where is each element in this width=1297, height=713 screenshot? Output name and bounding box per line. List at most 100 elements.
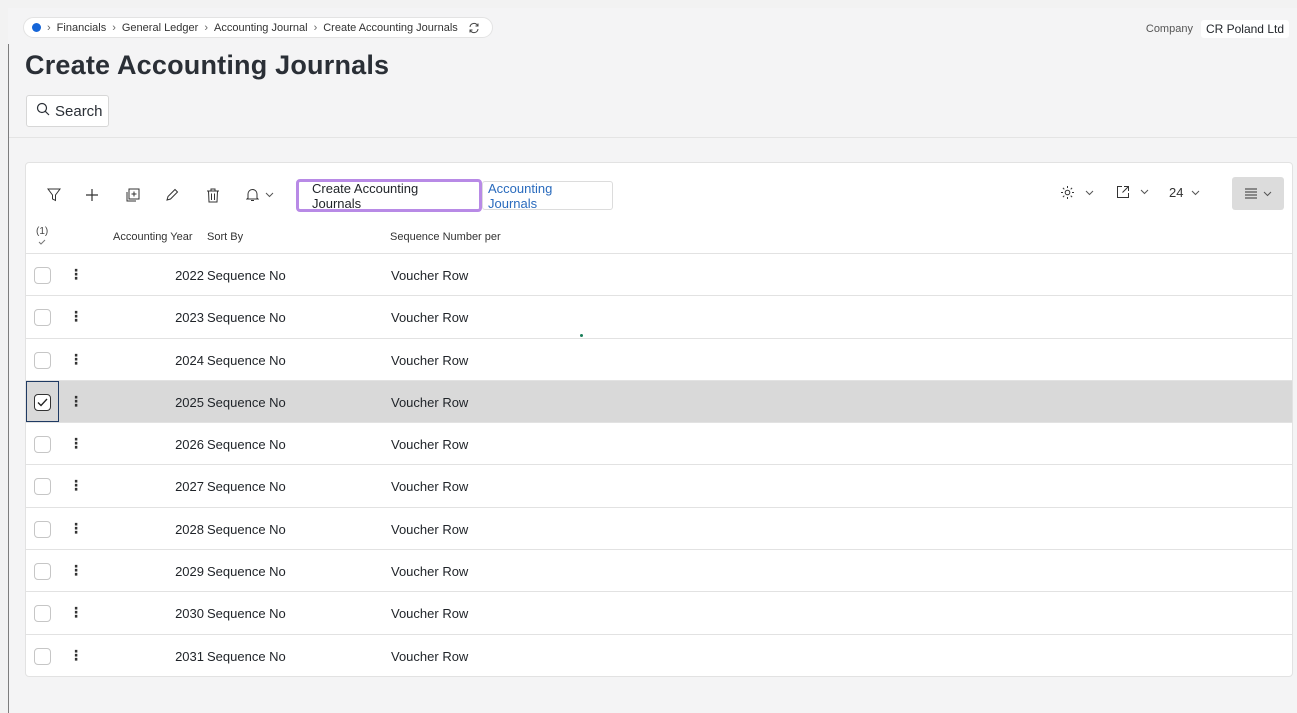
cell-sequence-number-per: Voucher Row (391, 310, 469, 326)
column-header-sequence-number-per[interactable]: Sequence Number per (390, 231, 501, 243)
cell-sort-by: Sequence No (207, 437, 286, 453)
settings-icon (1061, 186, 1074, 199)
cell-sort-by: Sequence No (207, 479, 286, 495)
notifications-dropdown[interactable] (242, 185, 278, 205)
cell-sort-by: Sequence No (207, 564, 286, 580)
cell-accounting-year: 2028 (175, 521, 204, 537)
table-row[interactable]: ⋮ 2031 Sequence No Voucher Row (26, 633, 1292, 676)
row-menu-icon[interactable]: ⋮ (69, 477, 83, 494)
check-icon (37, 398, 48, 407)
row-checkbox[interactable] (34, 647, 51, 665)
duplicate-icon[interactable] (122, 185, 142, 205)
breadcrumb-item-accounting-journal[interactable]: Accounting Journal (214, 22, 308, 34)
table-row[interactable]: ⋮ 2025 Sequence No Voucher Row (26, 379, 1292, 423)
edit-icon[interactable] (162, 185, 182, 205)
cell-accounting-year: 2025 (175, 394, 204, 410)
row-checkbox[interactable] (34, 267, 51, 284)
page-size-dropdown[interactable]: 24 (1169, 185, 1200, 200)
column-header-accounting-year[interactable]: Accounting Year (113, 231, 193, 243)
cell-sequence-number-per: Voucher Row (391, 564, 469, 580)
company-value[interactable]: CR Poland Ltd (1200, 20, 1289, 38)
chevron-down-icon (1263, 191, 1271, 196)
cell-sequence-number-per: Voucher Row (391, 606, 469, 622)
create-accounting-journals-button[interactable]: Create Accounting Journals (296, 179, 482, 212)
cell-sequence-number-per: Voucher Row (391, 437, 469, 453)
cell-sort-by: Sequence No (207, 606, 286, 622)
cursor-dot (580, 334, 583, 337)
row-menu-icon[interactable]: ⋮ (69, 647, 83, 664)
check-icon (38, 239, 46, 245)
table-row[interactable]: ⋮ 2022 Sequence No Voucher Row (26, 253, 1292, 295)
cell-accounting-year: 2031 (175, 648, 204, 664)
search-button[interactable]: Search (26, 95, 109, 127)
table-row[interactable]: ⋮ 2030 Sequence No Voucher Row (26, 591, 1292, 633)
row-checkbox[interactable] (34, 351, 51, 369)
cell-accounting-year: 2024 (175, 352, 204, 368)
search-label: Search (55, 102, 103, 120)
grid-panel: Create Accounting Journals Accounting Jo… (25, 162, 1293, 677)
company-selector[interactable]: Company CR Poland Ltd (1146, 20, 1289, 38)
accounting-journals-button[interactable]: Accounting Journals (482, 181, 613, 211)
chevron-right-icon: › (313, 21, 318, 34)
row-menu-icon[interactable]: ⋮ (69, 266, 83, 283)
company-label: Company (1145, 23, 1193, 35)
table-row[interactable]: ⋮ 2023 Sequence No Voucher Row (26, 295, 1292, 337)
row-checkbox[interactable] (34, 478, 51, 496)
table-row[interactable]: ⋮ 2029 Sequence No Voucher Row (26, 549, 1292, 591)
cell-accounting-year: 2026 (175, 437, 204, 453)
table-row[interactable]: ⋮ 2024 Sequence No Voucher Row (26, 337, 1292, 380)
row-checkbox[interactable] (34, 520, 51, 538)
cell-sort-by: Sequence No (207, 648, 286, 664)
row-checkbox[interactable] (34, 605, 51, 623)
cell-accounting-year: 2023 (175, 310, 204, 326)
column-header-sort-by[interactable]: Sort By (207, 231, 243, 243)
add-icon[interactable] (82, 185, 102, 205)
list-view-icon (1244, 188, 1257, 199)
breadcrumb-item-general-ledger[interactable]: General Ledger (122, 22, 198, 34)
top-bar: › Financials › General Ledger › Accounti… (8, 8, 1297, 44)
table-row[interactable]: ⋮ 2027 Sequence No Voucher Row (26, 464, 1292, 506)
selection-count[interactable]: (1) (36, 226, 48, 248)
breadcrumb-item-financials[interactable]: Financials (57, 22, 107, 34)
table-row[interactable]: ⋮ 2026 Sequence No Voucher Row (26, 422, 1292, 464)
grid-header: (1) Accounting Year Sort By Sequence Num… (26, 223, 1292, 253)
cell-sort-by: Sequence No (207, 310, 286, 326)
cell-sort-by: Sequence No (207, 394, 286, 410)
row-menu-icon[interactable]: ⋮ (69, 351, 83, 368)
row-menu-icon[interactable]: ⋮ (69, 435, 83, 452)
cell-sequence-number-per: Voucher Row (391, 352, 469, 368)
home-icon[interactable] (32, 23, 41, 32)
row-checkbox[interactable] (34, 563, 51, 581)
chevron-right-icon: › (47, 21, 51, 34)
page-size-value: 24 (1169, 185, 1184, 200)
row-checkbox[interactable] (34, 436, 51, 454)
table-row[interactable]: ⋮ 2028 Sequence No Voucher Row (26, 506, 1292, 549)
row-checkbox[interactable] (34, 309, 51, 327)
refresh-icon[interactable] (468, 22, 480, 34)
page-title: Create Accounting Journals (25, 50, 390, 80)
breadcrumb: › Financials › General Ledger › Accounti… (23, 17, 493, 38)
breadcrumb-item-current: Create Accounting Journals (323, 21, 458, 34)
row-checkbox[interactable] (34, 393, 51, 411)
row-menu-icon[interactable]: ⋮ (69, 393, 83, 410)
export-icon (1117, 186, 1129, 198)
cell-sequence-number-per: Voucher Row (391, 648, 469, 664)
cell-sort-by: Sequence No (207, 268, 286, 283)
chevron-down-icon (1192, 190, 1200, 195)
filter-icon[interactable] (44, 185, 64, 205)
cell-sort-by: Sequence No (207, 521, 286, 537)
delete-icon[interactable] (203, 185, 223, 205)
cell-accounting-year: 2027 (175, 479, 204, 495)
row-menu-icon[interactable]: ⋮ (69, 562, 83, 579)
cell-sequence-number-per: Voucher Row (391, 268, 469, 283)
chevron-down-icon (265, 192, 274, 198)
divider (9, 137, 1297, 138)
view-mode-dropdown[interactable] (1232, 177, 1284, 210)
settings-dropdown[interactable] (1060, 185, 1094, 200)
export-dropdown[interactable] (1116, 185, 1149, 199)
row-menu-icon[interactable]: ⋮ (69, 604, 83, 621)
row-menu-icon[interactable]: ⋮ (69, 520, 83, 537)
row-menu-icon[interactable]: ⋮ (69, 308, 83, 325)
cell-sequence-number-per: Voucher Row (391, 521, 469, 537)
cell-accounting-year: 2030 (175, 606, 204, 622)
